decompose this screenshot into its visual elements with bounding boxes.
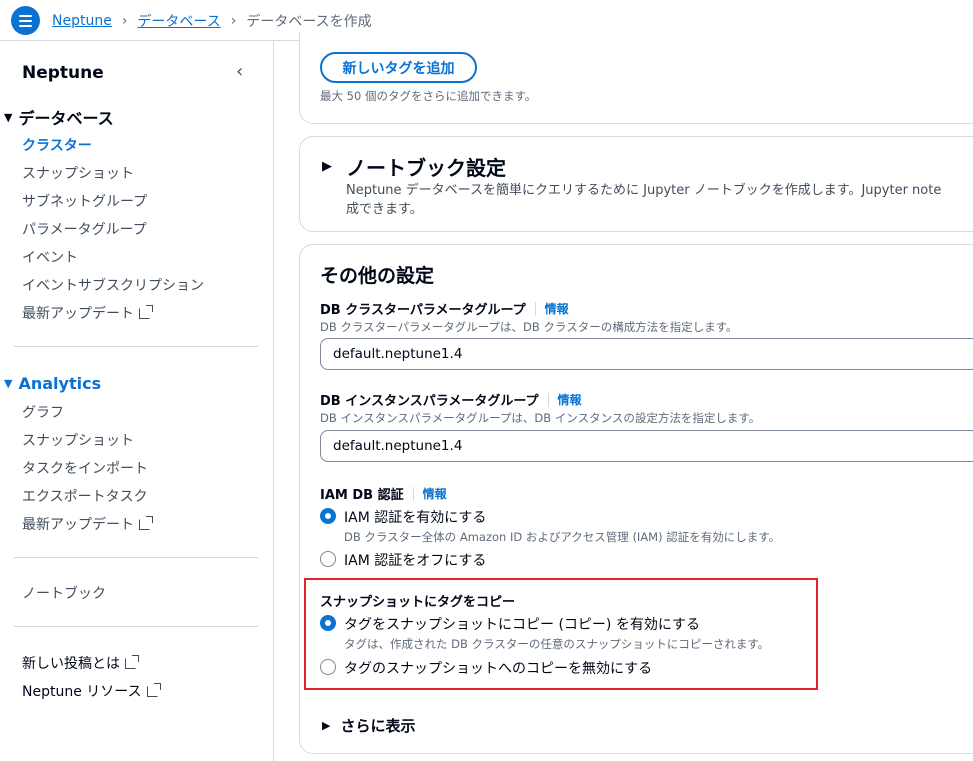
- notebook-description-line: Neptune データベースを簡単にクエリするために Jupyter ノートブッ…: [346, 183, 942, 198]
- chevron-right-icon: ›: [230, 13, 237, 29]
- iam-auth-label: IAM DB 認証 情報: [320, 484, 447, 503]
- sidebar-section-label: データベース: [18, 109, 114, 128]
- sidebar-item-label: 最新アップデート: [22, 517, 134, 533]
- sidebar-divider: [14, 346, 258, 347]
- radio-label: IAM 認証を有効にする: [344, 510, 487, 526]
- chevron-right-icon: ›: [121, 13, 128, 29]
- field-label: DB クラスターパラメータグループ: [320, 303, 526, 318]
- sidebar-item-parameter-groups[interactable]: パラメータグループ: [22, 219, 147, 239]
- info-link[interactable]: 情報: [545, 300, 569, 317]
- notebook-description: Neptune データベースを簡単にクエリするために Jupyter ノートブッ…: [346, 181, 973, 219]
- sidebar-divider: [14, 557, 258, 558]
- sidebar-item-export-tasks[interactable]: エクスポートタスク: [22, 486, 148, 506]
- caret-right-icon[interactable]: ▶: [322, 159, 332, 174]
- field-label: DB インスタンスパラメータグループ: [320, 394, 539, 409]
- sidebar-item-graphs[interactable]: グラフ: [22, 402, 64, 422]
- instance-parameter-group-select[interactable]: default.neptune1.4: [320, 430, 973, 462]
- breadcrumb-current: データベースを作成: [246, 14, 372, 30]
- sidebar-divider: [14, 626, 258, 627]
- collapse-sidebar-icon[interactable]: ‹: [236, 61, 243, 82]
- sidebar-item-label: 最新アップデート: [22, 306, 134, 322]
- radio-text: IAM 認証を有効にする DB クラスター全体の Amazon ID およびアク…: [344, 507, 780, 545]
- sidebar-item-events[interactable]: イベント: [22, 247, 78, 267]
- instance-parameter-group-description: DB インスタンスパラメータグループは、DB インスタンスの設定方法を指定します…: [320, 411, 761, 425]
- section-title: その他の設定: [320, 265, 435, 287]
- external-link-icon: [146, 683, 161, 697]
- caret-down-icon: ▼: [4, 110, 13, 124]
- divider: [412, 486, 414, 501]
- divider: [534, 301, 536, 316]
- info-link[interactable]: 情報: [423, 485, 447, 502]
- breadcrumb-neptune[interactable]: Neptune: [52, 13, 112, 29]
- cluster-parameter-group-select[interactable]: default.neptune1.4: [320, 338, 973, 370]
- breadcrumb: Neptune › データベース › データベースを作成: [52, 11, 372, 31]
- sidebar-item-label: Neptune リソース: [22, 684, 142, 700]
- sidebar-item-event-subscriptions[interactable]: イベントサブスクリプション: [22, 275, 204, 295]
- sidebar-item-resources[interactable]: Neptune リソース: [22, 681, 161, 701]
- sidebar-item-import-tasks[interactable]: タスクをインポート: [22, 458, 148, 478]
- notebook-title[interactable]: ノートブック設定: [346, 152, 506, 181]
- radio-selected-icon: [320, 508, 336, 524]
- iam-enable-radio[interactable]: IAM 認証を有効にする DB クラスター全体の Amazon ID およびアク…: [320, 507, 780, 545]
- external-link-icon: [139, 305, 153, 319]
- sidebar-item-notebooks[interactable]: ノートブック: [22, 583, 106, 603]
- field-label: IAM DB 認証: [320, 488, 404, 503]
- sidebar-section-analytics[interactable]: ▼ Analytics: [4, 374, 101, 393]
- radio-label: IAM 認証をオフにする: [344, 553, 487, 569]
- radio-text: IAM 認証をオフにする: [344, 550, 486, 570]
- notebook-description-line: 成できます。: [346, 202, 423, 217]
- show-more-label: さらに表示: [340, 717, 416, 735]
- breadcrumb-databases[interactable]: データベース: [137, 11, 220, 31]
- external-link-icon: [139, 516, 153, 530]
- sidebar-item-analytics-snapshots[interactable]: スナップショット: [22, 430, 134, 450]
- cluster-parameter-group-label: DB クラスターパラメータグループ 情報: [320, 299, 569, 318]
- sidebar-item-snapshots[interactable]: スナップショット: [22, 163, 134, 183]
- cluster-parameter-group-description: DB クラスターパラメータグループは、DB クラスターの構成方法を指定します。: [320, 320, 738, 334]
- sidebar-item-subnet-groups[interactable]: サブネットグループ: [22, 191, 147, 211]
- sidebar: Neptune ‹ ▼ データベース クラスター スナップショット サブネットグ…: [0, 41, 274, 761]
- notebook-card: ▶ ノートブック設定 Neptune データベースを簡単にクエリするために Ju…: [299, 136, 973, 232]
- radio-unselected-icon: [320, 551, 336, 567]
- caret-down-icon: ▼: [4, 377, 13, 390]
- sidebar-item-latest-updates[interactable]: 最新アップデート: [22, 303, 153, 323]
- instance-parameter-group-label: DB インスタンスパラメータグループ 情報: [320, 390, 582, 409]
- sidebar-title: Neptune: [22, 63, 104, 83]
- external-link-icon: [125, 655, 139, 669]
- divider: [547, 392, 549, 407]
- tags-hint: 最大 50 個のタグをさらに追加できます。: [320, 89, 537, 103]
- add-tag-button[interactable]: 新しいタグを追加: [320, 52, 477, 83]
- sidebar-item-label: 新しい投稿とは: [22, 656, 120, 672]
- sidebar-section-label: Analytics: [18, 374, 102, 393]
- iam-disable-radio[interactable]: IAM 認証をオフにする: [320, 550, 486, 570]
- sidebar-section-database[interactable]: ▼ データベース: [4, 105, 114, 129]
- menu-icon[interactable]: [11, 6, 40, 35]
- info-link[interactable]: 情報: [558, 391, 582, 408]
- sidebar-item-whats-new[interactable]: 新しい投稿とは: [22, 653, 139, 673]
- sidebar-item-analytics-updates[interactable]: 最新アップデート: [22, 514, 153, 534]
- tags-card: 新しいタグを追加 最大 50 個のタグをさらに追加できます。: [299, 32, 973, 124]
- show-more-toggle[interactable]: ▶ さらに表示: [322, 715, 415, 736]
- sidebar-item-clusters[interactable]: クラスター: [22, 135, 92, 155]
- highlight-box: [304, 578, 818, 690]
- caret-right-icon: ▶: [322, 719, 331, 732]
- radio-description: DB クラスター全体の Amazon ID およびアクセス管理 (IAM) 認証…: [344, 530, 781, 544]
